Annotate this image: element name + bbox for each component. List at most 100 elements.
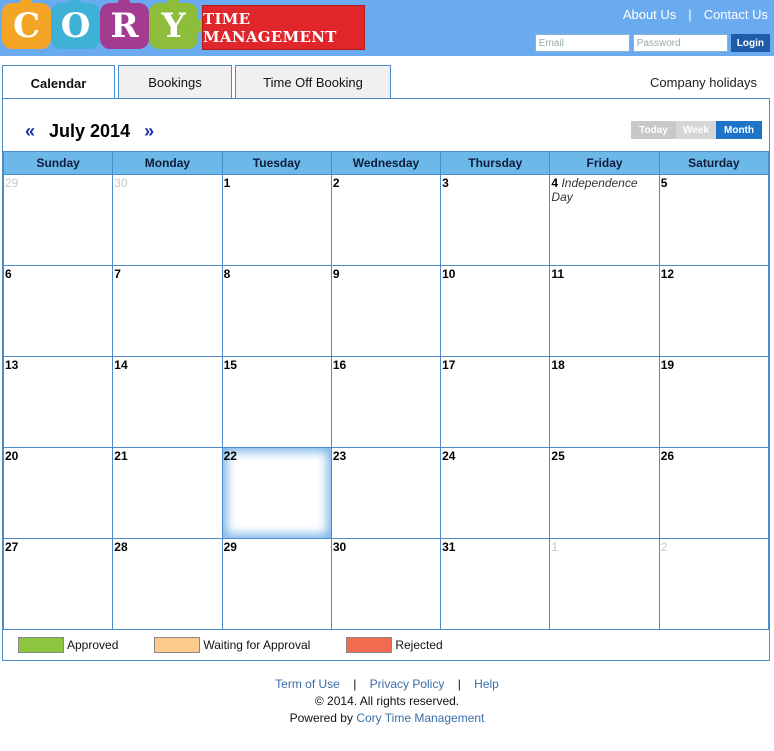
view-week-button[interactable]: Week: [676, 121, 716, 139]
day-cell[interactable]: 5: [658, 174, 770, 266]
week-row: 27 28 29 30 31 1 2: [2, 538, 770, 630]
day-cell[interactable]: 24: [440, 447, 551, 539]
view-today-button[interactable]: Today: [631, 121, 676, 139]
waiting-swatch: [154, 637, 201, 653]
day-number: 20: [5, 449, 19, 463]
about-us-link[interactable]: About Us: [623, 7, 676, 22]
day-cell[interactable]: 11: [549, 265, 660, 357]
weekday-header: Saturday: [658, 151, 770, 175]
day-cell[interactable]: 21: [112, 447, 223, 539]
view-switcher: Today Week Month: [631, 121, 762, 139]
day-cell[interactable]: 3: [440, 174, 551, 266]
day-cell[interactable]: 23: [330, 447, 442, 539]
day-cell[interactable]: 17: [440, 356, 551, 448]
day-cell[interactable]: 2: [330, 174, 442, 266]
month-grid: Sunday Monday Tuesday Wednesday Thursday…: [2, 151, 770, 630]
day-number: 29: [223, 540, 237, 554]
tab-calendar[interactable]: Calendar: [2, 65, 115, 100]
day-cell[interactable]: 16: [330, 356, 442, 448]
day-number: 14: [114, 358, 128, 372]
day-number: 19: [660, 358, 675, 372]
day-cell[interactable]: 27: [2, 538, 114, 630]
day-cell[interactable]: 12: [658, 265, 770, 357]
legend-label: Rejected: [395, 638, 443, 652]
day-cell[interactable]: 18: [549, 356, 660, 448]
powered-by-link[interactable]: Cory Time Management: [356, 711, 484, 725]
week-row: 6 7 8 9 10 11 12: [2, 265, 770, 357]
day-cell[interactable]: 4 Independence Day: [549, 174, 660, 266]
day-cell[interactable]: 29: [221, 538, 332, 630]
day-number: 13: [5, 358, 19, 372]
day-number: 5: [660, 176, 668, 190]
weekday-header: Friday: [549, 151, 660, 175]
day-cell[interactable]: 9: [330, 265, 442, 357]
footer-separator: |: [457, 677, 461, 691]
day-cell[interactable]: 6: [2, 265, 114, 357]
day-number: 21: [114, 449, 128, 463]
weekday-header-row: Sunday Monday Tuesday Wednesday Thursday…: [2, 151, 770, 175]
day-cell[interactable]: 19: [658, 356, 770, 448]
day-cell[interactable]: 7: [112, 265, 223, 357]
logo-piece-c: C: [2, 0, 57, 49]
day-cell[interactable]: 13: [2, 356, 114, 448]
weekday-header: Monday: [112, 151, 223, 175]
day-cell[interactable]: 30: [330, 538, 442, 630]
legend-rejected: Rejected: [346, 637, 443, 653]
week-row: 29 30 1 2 3 4 Independence Day 5: [2, 174, 770, 266]
terms-of-use-link[interactable]: Term of Use: [275, 677, 340, 691]
password-input[interactable]: [632, 34, 728, 52]
day-cell[interactable]: 8: [221, 265, 332, 357]
logo-piece-r: R: [100, 0, 155, 49]
month-navigation: « July 2014 »: [25, 121, 154, 142]
day-number: 29: [5, 176, 19, 190]
next-month-button[interactable]: »: [144, 121, 154, 142]
day-cell[interactable]: 25: [549, 447, 660, 539]
legend-label: Waiting for Approval: [203, 638, 311, 652]
footer-separator: |: [353, 677, 357, 691]
tab-bar: Calendar Bookings Time Off Booking: [2, 65, 394, 100]
day-number: 8: [223, 267, 231, 281]
day-cell[interactable]: 1: [549, 538, 660, 630]
day-cell[interactable]: 10: [440, 265, 551, 357]
contact-us-link[interactable]: Contact Us: [704, 7, 768, 22]
day-cell[interactable]: 14: [112, 356, 223, 448]
tab-time-off-booking[interactable]: Time Off Booking: [235, 65, 391, 99]
top-link-separator: |: [688, 7, 692, 22]
approved-swatch: [18, 637, 64, 653]
day-number: 16: [332, 358, 347, 372]
day-cell[interactable]: 31: [440, 538, 551, 630]
day-number: 11: [551, 267, 565, 281]
email-input[interactable]: [534, 34, 630, 52]
status-legend: Approved Waiting for Approval Rejected: [18, 637, 479, 653]
day-number: 1: [551, 540, 559, 554]
help-link[interactable]: Help: [474, 677, 499, 691]
day-cell[interactable]: 1: [221, 174, 332, 266]
day-cell[interactable]: 26: [658, 447, 770, 539]
calendar-panel: « July 2014 » Today Week Month Sunday Mo…: [2, 98, 770, 661]
day-number: 7: [114, 267, 121, 281]
day-cell-today[interactable]: 22: [221, 447, 332, 539]
day-cell[interactable]: 20: [2, 447, 114, 539]
day-cell[interactable]: 15: [221, 356, 332, 448]
day-number: 2: [660, 540, 668, 554]
day-number: 9: [332, 267, 340, 281]
company-holidays-link[interactable]: Company holidays: [650, 75, 757, 90]
day-cell[interactable]: 29: [2, 174, 114, 266]
week-row: 13 14 15 16 17 18 19: [2, 356, 770, 448]
day-number: 23: [332, 449, 347, 463]
view-month-button[interactable]: Month: [716, 121, 762, 139]
cory-logo[interactable]: C O R Y: [2, 0, 204, 53]
day-cell[interactable]: 30: [112, 174, 223, 266]
day-number: 27: [5, 540, 19, 554]
logo-piece-y: Y: [149, 0, 204, 49]
day-cell[interactable]: 2: [658, 538, 770, 630]
privacy-policy-link[interactable]: Privacy Policy: [370, 677, 445, 691]
holiday-event[interactable]: Independence Day: [551, 176, 637, 204]
header-bar: C O R Y TIME MANAGEMENT About Us | Conta…: [0, 0, 774, 56]
prev-month-button[interactable]: «: [25, 121, 35, 142]
day-number: 10: [442, 267, 456, 281]
tab-bookings[interactable]: Bookings: [118, 65, 232, 99]
login-form: Login: [534, 34, 770, 52]
login-button[interactable]: Login: [730, 34, 770, 52]
day-cell[interactable]: 28: [112, 538, 223, 630]
